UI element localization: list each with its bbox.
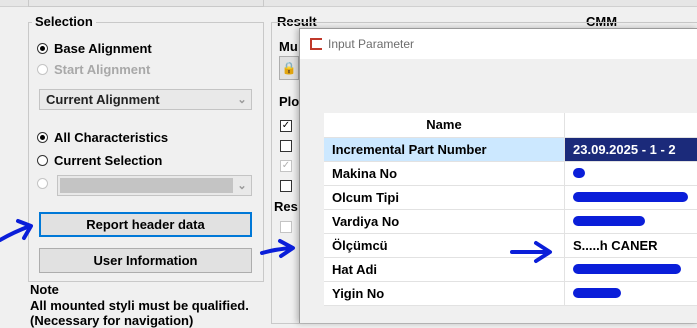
arrow-to-olcumcu-value-icon bbox=[510, 241, 552, 263]
annotation-arrows bbox=[0, 219, 552, 263]
arrow-to-report-button-icon bbox=[0, 219, 33, 242]
arrow-to-dialog-icon bbox=[260, 239, 295, 258]
